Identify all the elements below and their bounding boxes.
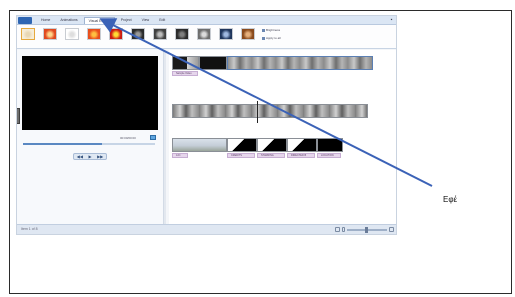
clip-5[interactable]	[172, 138, 227, 152]
brightness-icon	[262, 28, 265, 32]
status-text: Item 1 of 8	[21, 227, 38, 231]
tab-visual-effects[interactable]: Visual Effects	[83, 17, 115, 24]
brightness-label: Brightness	[266, 28, 281, 32]
preview-pane: 00:00/00:00 ◀◀ ▶ ▶▶	[17, 50, 164, 226]
time-readout: 00:00/00:00	[120, 136, 136, 140]
zoom-slider-thumb[interactable]	[365, 227, 368, 233]
ribbon-visual-effects: Brightness Apply to all	[17, 25, 396, 49]
movie-maker-window: Home Animations Visual Effects Project V…	[16, 15, 397, 235]
clip-starring[interactable]	[257, 138, 287, 152]
app-menu-button[interactable]	[18, 17, 32, 24]
zoom-out-icon[interactable]	[342, 227, 345, 232]
effect-thumbnail-9[interactable]	[197, 28, 211, 40]
clip-3-selected[interactable]	[227, 56, 373, 70]
clip-directed-by[interactable]	[287, 138, 317, 152]
status-bar: Item 1 of 8	[17, 224, 396, 234]
effect-thumbnail-10[interactable]	[219, 28, 233, 40]
clip-4[interactable]	[172, 104, 368, 118]
clip-location[interactable]	[317, 138, 343, 152]
zoom-in-icon[interactable]	[389, 227, 394, 232]
brightness-option[interactable]: Brightness	[262, 28, 280, 32]
storyboard-view-icon[interactable]	[335, 227, 340, 232]
effect-thumbnail-7[interactable]	[153, 28, 167, 40]
caption-credits[interactable]: CREDITS	[227, 153, 255, 158]
tab-home[interactable]: Home	[37, 17, 54, 24]
tab-animations[interactable]: Animations	[56, 17, 81, 24]
effect-thumbnail-6[interactable]	[131, 28, 145, 40]
effect-thumbnail-11[interactable]	[241, 28, 255, 40]
previous-frame-button[interactable]: ◀◀	[77, 154, 83, 159]
tab-edit[interactable]: Edit	[155, 17, 169, 24]
seek-bar-fill	[23, 143, 103, 145]
apply-to-all-label: Apply to all	[266, 36, 281, 40]
effect-thumbnail-3[interactable]	[65, 28, 79, 40]
play-button[interactable]: ▶	[88, 154, 91, 159]
next-frame-button[interactable]: ▶▶	[97, 154, 103, 159]
storyboard: Sample Video A Fi CREDITS STARRING DIREC…	[169, 50, 396, 226]
caption-a-fi[interactable]: A Fi	[172, 153, 188, 158]
clip-2[interactable]	[199, 56, 227, 70]
caption-starring[interactable]: STARRING	[257, 153, 285, 158]
ribbon-tabs: Home Animations Visual Effects Project V…	[37, 17, 169, 24]
effect-thumbnail-2[interactable]	[43, 28, 57, 40]
tab-project[interactable]: Project	[117, 17, 136, 24]
fullscreen-button[interactable]	[150, 135, 156, 140]
effect-thumbnail-8[interactable]	[175, 28, 189, 40]
clip-1[interactable]	[172, 56, 199, 70]
caption-location[interactable]: LOCATION	[317, 153, 341, 158]
effect-thumbnail-1[interactable]	[21, 28, 35, 40]
clip-credits[interactable]	[227, 138, 257, 152]
pane-divider[interactable]	[164, 50, 166, 226]
caption-directed-by[interactable]: DIRECTED B	[287, 153, 315, 158]
help-icon[interactable]: ▪	[389, 17, 394, 23]
effect-thumbnail-5[interactable]	[109, 28, 123, 40]
pane-resize-handle[interactable]	[17, 108, 20, 124]
effect-thumbnail-4[interactable]	[87, 28, 101, 40]
tab-view[interactable]: View	[138, 17, 154, 24]
annotation-label: Εφέ	[443, 195, 458, 204]
title-bar: Home Animations Visual Effects Project V…	[17, 16, 396, 25]
playhead[interactable]	[257, 101, 258, 123]
seek-bar[interactable]	[23, 143, 155, 145]
playback-controls: ◀◀ ▶ ▶▶	[73, 153, 107, 160]
video-preview[interactable]	[22, 56, 158, 130]
apply-all-icon	[262, 36, 265, 40]
apply-to-all-option[interactable]: Apply to all	[262, 36, 281, 40]
caption-sample-video[interactable]: Sample Video	[172, 71, 198, 76]
